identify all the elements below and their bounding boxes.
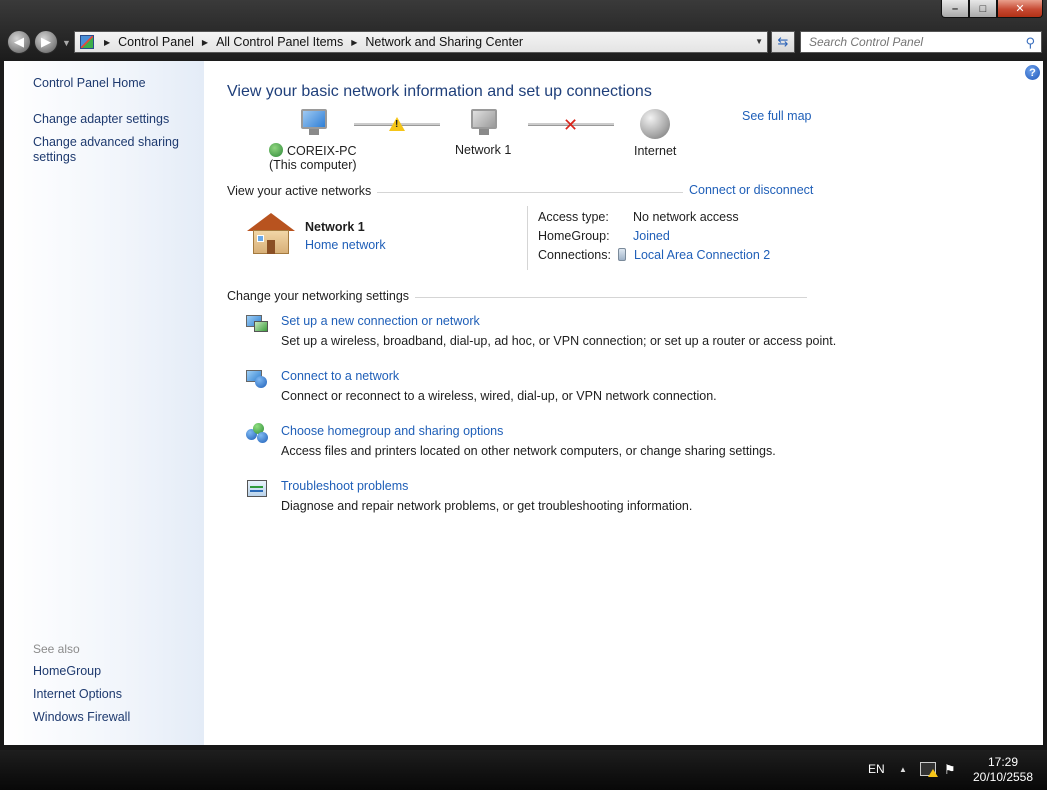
troubleshoot-icon[interactable] <box>246 478 270 500</box>
search-input[interactable] <box>809 35 1019 49</box>
help-icon[interactable]: ? <box>1025 65 1040 80</box>
network-warning-icon <box>928 769 938 777</box>
sidebar-item-internet-options[interactable]: Internet Options <box>33 687 122 702</box>
clock[interactable]: 17:29 20/10/2558 <box>968 755 1038 785</box>
breadcrumb-chevron-icon[interactable]: ▶ <box>351 38 357 47</box>
home-network-icon[interactable] <box>247 213 295 257</box>
breadcrumb-chevron-icon[interactable]: ▶ <box>202 38 208 47</box>
window-frame: – □ ✕ ◀ ▶ ▼ ▶ Control Panel ▶ All Contro… <box>0 0 1047 750</box>
caption-buttons: – □ ✕ <box>941 0 1043 18</box>
networking-settings-heading: Change your networking settings <box>227 289 416 303</box>
breadcrumb-control-panel[interactable]: Control Panel <box>118 35 194 49</box>
map-node-computer[interactable]: COREIX-PC (This computer) <box>269 109 357 172</box>
homegroup-sharing-icon[interactable] <box>246 423 270 445</box>
close-button[interactable]: ✕ <box>997 0 1043 18</box>
page-title: View your basic network information and … <box>227 83 652 100</box>
new-connection-icon[interactable] <box>246 313 270 335</box>
map-network-name: Network 1 <box>455 143 512 157</box>
minimize-button[interactable]: – <box>941 0 969 18</box>
task-troubleshoot-desc: Diagnose and repair network problems, or… <box>281 499 693 513</box>
disconnected-x-icon[interactable]: ✕ <box>563 116 578 134</box>
warning-mark: ! <box>395 119 399 130</box>
sidebar-item-windows-firewall[interactable]: Windows Firewall <box>33 710 130 725</box>
sidebar: Control Panel Home Change adapter settin… <box>4 61 204 745</box>
content-area: Control Panel Home Change adapter settin… <box>4 61 1043 745</box>
details-divider <box>527 206 528 270</box>
task-connect-network-desc: Connect or reconnect to a wireless, wire… <box>281 389 717 403</box>
computer-icon <box>297 109 329 137</box>
address-history-chevron-down-icon[interactable]: ▼ <box>755 37 763 46</box>
back-button[interactable]: ◀ <box>7 30 31 54</box>
connect-network-icon[interactable] <box>246 368 270 390</box>
breadcrumb-all-items[interactable]: All Control Panel Items <box>216 35 343 49</box>
breadcrumb-chevron-icon[interactable]: ▶ <box>104 38 110 47</box>
task-troubleshoot-link[interactable]: Troubleshoot problems <box>281 479 408 493</box>
search-icon[interactable]: ⚲ <box>1025 35 1035 51</box>
see-also-heading: See also <box>33 642 80 656</box>
task-setup-connection-link[interactable]: Set up a new connection or network <box>281 314 480 328</box>
show-hidden-icons-chevron-up-icon[interactable]: ▲ <box>899 765 907 774</box>
connect-or-disconnect-link[interactable]: Connect or disconnect <box>683 183 814 197</box>
task-homegroup-desc: Access files and printers located on oth… <box>281 444 776 458</box>
connections-label: Connections: <box>538 248 611 262</box>
homegroup-joined-link[interactable]: Joined <box>633 229 670 243</box>
access-type-value: No network access <box>633 210 739 224</box>
task-setup-connection-desc: Set up a wireless, broadband, dial-up, a… <box>281 334 837 348</box>
computer-sublabel: (This computer) <box>269 158 357 172</box>
map-internet-label: Internet <box>634 144 677 158</box>
network-globe-icon <box>269 143 284 157</box>
search-box[interactable]: ⚲ <box>800 31 1042 53</box>
sidebar-item-control-panel-home[interactable]: Control Panel Home <box>33 76 146 91</box>
ethernet-cable-icon <box>618 248 626 261</box>
see-full-map-link[interactable]: See full map <box>742 109 811 123</box>
map-node-network[interactable]: Network 1 <box>455 109 511 157</box>
access-type-label: Access type: <box>538 210 609 224</box>
recent-pages-chevron-down-icon[interactable]: ▼ <box>62 38 71 48</box>
control-panel-icon <box>80 35 94 49</box>
address-bar[interactable]: ▶ Control Panel ▶ All Control Panel Item… <box>74 31 768 53</box>
action-center-flag-icon[interactable]: ⚑ <box>944 762 960 777</box>
task-homegroup-link[interactable]: Choose homegroup and sharing options <box>281 424 503 438</box>
local-area-connection-link[interactable]: Local Area Connection 2 <box>634 248 770 262</box>
map-node-internet[interactable]: Internet <box>634 109 676 158</box>
sidebar-item-homegroup[interactable]: HomeGroup <box>33 664 101 679</box>
maximize-button[interactable]: □ <box>969 0 997 18</box>
network-type-link[interactable]: Home network <box>305 238 386 252</box>
refresh-button[interactable]: ⇆ <box>771 31 795 53</box>
clock-time: 17:29 <box>987 755 1019 769</box>
internet-globe-icon <box>640 109 671 139</box>
clock-date: 20/10/2558 <box>972 770 1034 784</box>
breadcrumb-network-sharing-center[interactable]: Network and Sharing Center <box>365 35 523 49</box>
task-connect-network-link[interactable]: Connect to a network <box>281 369 399 383</box>
language-indicator[interactable]: EN <box>868 762 885 776</box>
computer-name: COREIX-PC <box>287 144 357 158</box>
navigation-bar: ◀ ▶ ▼ ▶ Control Panel ▶ All Control Pane… <box>0 28 1047 60</box>
active-network-name: Network 1 <box>305 220 365 234</box>
taskbar: EN ▲ ⚑ 17:29 20/10/2558 <box>0 750 1047 790</box>
connection-link[interactable]: Local Area Connection 2 <box>618 248 770 262</box>
refresh-icon: ⇆ <box>777 34 789 49</box>
sidebar-item-change-advanced-sharing[interactable]: Change advanced sharing settings <box>33 135 183 165</box>
homegroup-label: HomeGroup: <box>538 229 610 243</box>
sidebar-item-change-adapter-settings[interactable]: Change adapter settings <box>33 112 169 127</box>
network-icon <box>467 109 499 137</box>
active-networks-heading: View your active networks <box>227 184 378 198</box>
forward-button[interactable]: ▶ <box>34 30 58 54</box>
